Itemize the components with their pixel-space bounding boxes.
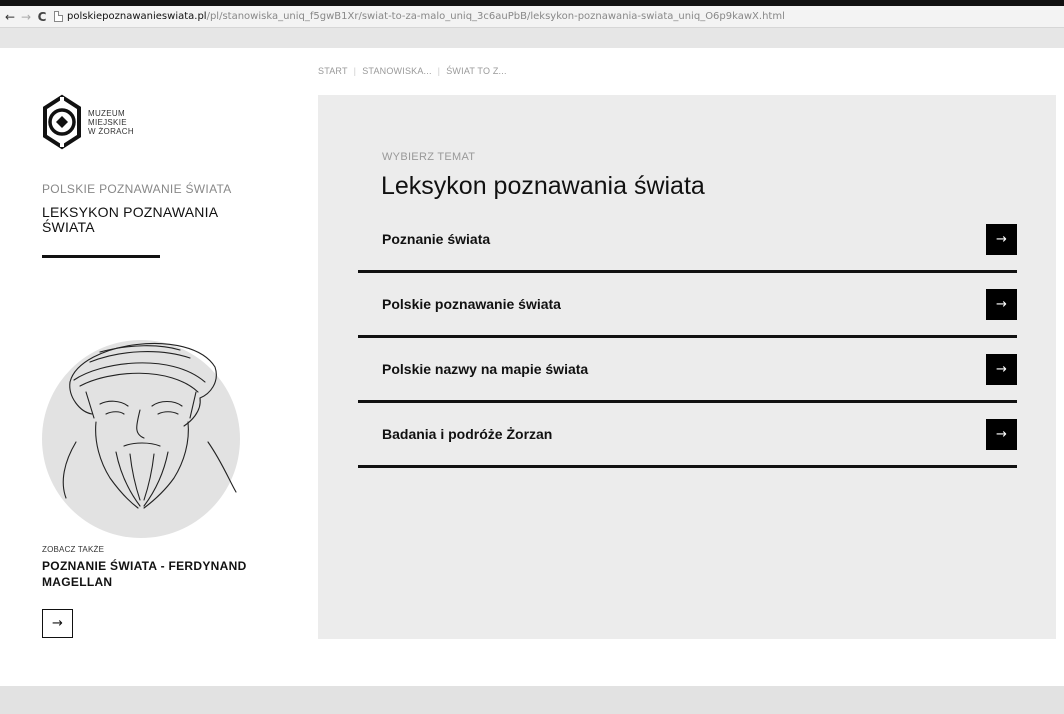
browser-tab-strip — [0, 28, 1064, 48]
topic-label: Polskie poznawanie świata — [382, 296, 561, 312]
museum-emblem-icon — [43, 94, 81, 150]
topic-label: Badania i podróże Żorzan — [382, 426, 553, 442]
see-also-arrow-button[interactable]: → — [42, 609, 73, 638]
topic-item-poznanie-swiata[interactable]: Poznanie świata → — [358, 208, 1017, 273]
logo-wordmark: MUZEUM MIEJSKIE W ŻORACH — [88, 109, 134, 136]
logo-line: W ŻORACH — [88, 126, 134, 136]
url-path: /pl/stanowiska_uniq_f5gwB1Xr/swiat-to-za… — [206, 11, 785, 22]
forward-arrow-icon[interactable]: → — [18, 10, 34, 24]
magellan-portrait-image — [42, 340, 240, 538]
back-arrow-icon[interactable]: ← — [2, 10, 18, 24]
breadcrumb-start[interactable]: START — [318, 66, 348, 76]
topic-item-badania-i-podroze[interactable]: Badania i podróże Żorzan → — [358, 403, 1017, 468]
browser-address-bar: ← → C polskiepoznawanieswiata.pl/pl/stan… — [0, 6, 1064, 28]
logo-line: MUZEUM — [88, 108, 125, 118]
portrait-sketch — [62, 342, 237, 509]
page-heading: Leksykon poznawania świata — [381, 172, 705, 200]
logo-line: MIEJSKIE — [88, 117, 127, 127]
breadcrumb-swiat[interactable]: ŚWIAT TO Z... — [446, 66, 506, 76]
museum-logo[interactable]: MUZEUM MIEJSKIE W ŻORACH — [42, 94, 134, 150]
reload-icon[interactable]: C — [34, 10, 50, 24]
arrow-right-icon[interactable]: → — [986, 223, 1017, 255]
breadcrumb-stanowiska[interactable]: STANOWISKA... — [362, 66, 431, 76]
topic-list: Poznanie świata → Polskie poznawanie świ… — [358, 208, 1017, 468]
sidebar-page-title: LEKSYKON POZNAWANIA ŚWIATA — [42, 204, 218, 235]
see-also-label: ZOBACZ TAKŻE — [42, 545, 105, 554]
choose-topic-label: WYBIERZ TEMAT — [382, 151, 476, 163]
topic-item-polskie-nazwy[interactable]: Polskie nazwy na mapie świata → — [358, 338, 1017, 403]
see-also-title[interactable]: POZNANIE ŚWIATA - FERDYNAND MAGELLAN — [42, 558, 272, 590]
page-icon — [54, 11, 63, 22]
breadcrumb-separator: | — [437, 66, 441, 76]
sidebar-divider — [42, 255, 160, 258]
arrow-right-icon[interactable]: → — [986, 288, 1017, 320]
breadcrumb-separator: | — [353, 66, 357, 76]
url-field[interactable]: polskiepoznawanieswiata.pl/pl/stanowiska… — [67, 11, 785, 22]
page-footer — [0, 686, 1064, 714]
breadcrumb: START | STANOWISKA... | ŚWIAT TO Z... — [318, 66, 507, 76]
arrow-right-icon: → — [52, 616, 63, 631]
arrow-right-icon[interactable]: → — [986, 418, 1017, 450]
topic-label: Polskie nazwy na mapie świata — [382, 361, 589, 377]
arrow-right-icon[interactable]: → — [986, 353, 1017, 385]
topic-item-polskie-poznawanie[interactable]: Polskie poznawanie świata → — [358, 273, 1017, 338]
sidebar-section-label[interactable]: POLSKIE POZNAWANIE ŚWIATA — [42, 182, 232, 196]
topic-panel: WYBIERZ TEMAT Leksykon poznawania świata… — [318, 95, 1056, 639]
topic-label: Poznanie świata — [382, 231, 491, 247]
url-domain: polskiepoznawanieswiata.pl — [67, 11, 207, 22]
